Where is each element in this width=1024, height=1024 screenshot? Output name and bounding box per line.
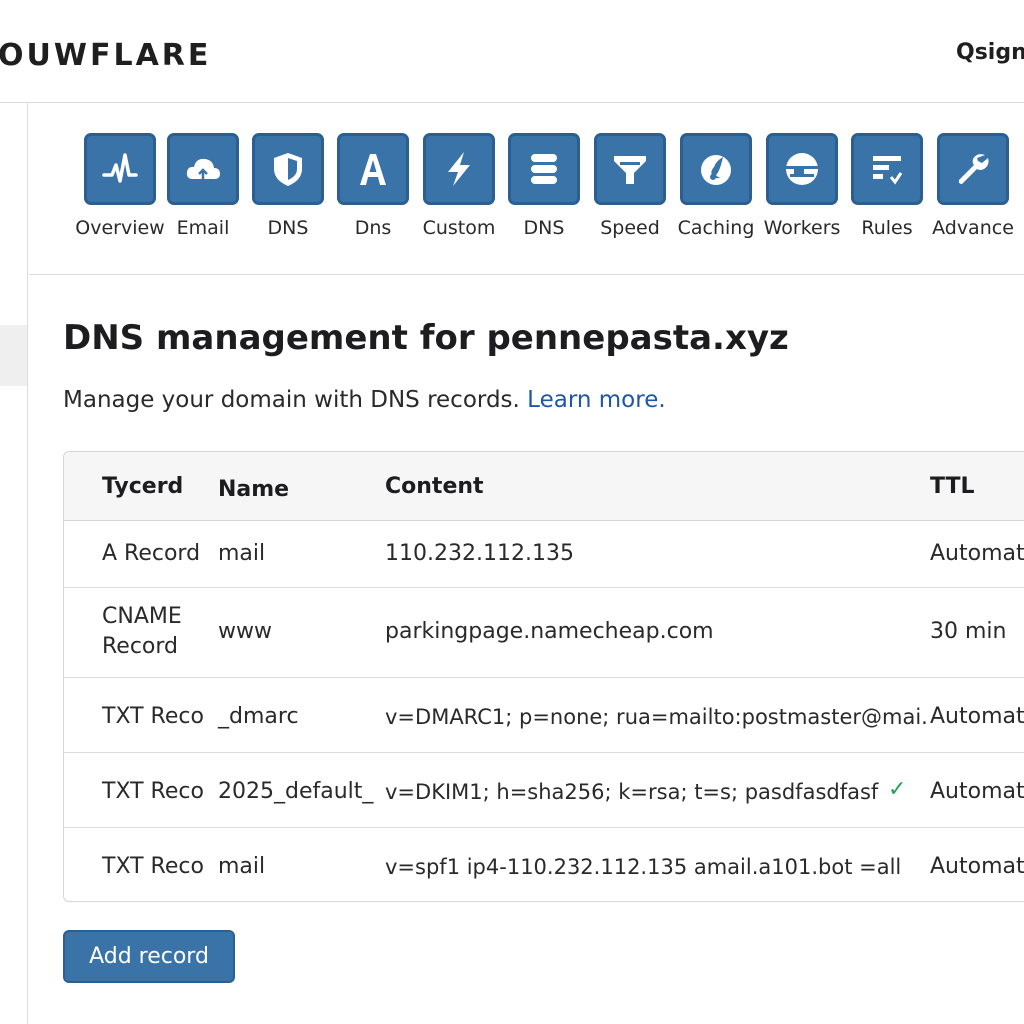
record-name: mail <box>218 541 266 566</box>
column-header-ttl[interactable]: TTL <box>930 474 975 499</box>
table-header: Tycerd Name Content TTL <box>64 452 1024 521</box>
record-type: A Record <box>102 541 201 566</box>
sidebar <box>0 103 28 1024</box>
app-label: Advance <box>932 217 1014 239</box>
verified-check-icon: ✓ <box>888 777 907 802</box>
rules-list-icon <box>851 133 923 205</box>
column-header-name[interactable]: Name <box>218 477 289 502</box>
record-ttl: 30 min <box>930 619 1007 644</box>
table-row[interactable]: A Record mail 110.232.112.135 Automati <box>64 521 1024 588</box>
column-header-type[interactable]: Tycerd <box>102 474 183 499</box>
record-content: v=spf1 ip4-110.232.112.135 amail.a101.bo… <box>385 855 902 879</box>
shield-icon <box>252 133 324 205</box>
record-content: v=DKIM1; h=sha256; k=rsa; t=s; pasdfasdf… <box>385 780 879 804</box>
dns-records-table: Tycerd Name Content TTL A Record mail 11… <box>63 451 1024 902</box>
table-row[interactable]: TXT Reco mail v=spf1 ip4-110.232.112.135… <box>64 828 1024 901</box>
record-name: www <box>218 619 272 644</box>
record-content: 110.232.112.135 <box>385 541 574 566</box>
record-ttl: Automati <box>930 779 1024 804</box>
globe-icon <box>766 133 838 205</box>
top-bar: OUWFLARE Qsign <box>0 0 1024 103</box>
app-tile-advance[interactable]: Advance <box>927 133 1019 239</box>
record-name: mail <box>218 854 266 879</box>
table-row[interactable]: TXT Reco _dmarc v=DMARC1; p=none; rua=ma… <box>64 678 1024 753</box>
cloud-icon <box>167 133 239 205</box>
page-subtitle: Manage your domain with DNS records. Lea… <box>63 387 666 413</box>
table-row[interactable]: TXT Reco 2025_default_ v=DKIM1; h=sha256… <box>64 753 1024 828</box>
account-name[interactable]: Qsign <box>956 40 1024 65</box>
sidebar-active-item[interactable] <box>0 325 27 386</box>
table-row[interactable]: CNAME Record www parkingpage.namecheap.c… <box>64 588 1024 678</box>
record-name: 2025_default_ <box>218 779 374 804</box>
record-content: v=DMARC1; p=none; rua=mailto:postmaster@… <box>385 705 928 729</box>
record-type: CNAME Record <box>102 604 182 659</box>
wrench-icon <box>937 133 1009 205</box>
app-icon-bar: Overview Email DNS Dns Custom DNS Speed … <box>29 103 1024 275</box>
record-name: _dmarc <box>218 704 299 729</box>
add-record-button[interactable]: Add record <box>63 930 235 983</box>
brand-logo[interactable]: OUWFLARE <box>0 38 211 73</box>
record-ttl: Automati <box>930 854 1024 879</box>
record-content: parkingpage.namecheap.com <box>385 619 714 644</box>
subtitle-text: Manage your domain with DNS records. <box>63 387 520 413</box>
filter-icon <box>594 133 666 205</box>
firefox-icon <box>680 133 752 205</box>
pulse-icon <box>84 133 156 205</box>
column-header-content[interactable]: Content <box>385 474 484 499</box>
record-type: TXT Reco <box>102 854 204 879</box>
letter-a-icon <box>337 133 409 205</box>
record-ttl: Automati <box>930 541 1024 566</box>
record-type: TXT Reco <box>102 704 204 729</box>
page-title: DNS management for pennepasta.xyz <box>63 318 789 358</box>
lightning-icon <box>423 133 495 205</box>
database-icon <box>508 133 580 205</box>
learn-more-link[interactable]: Learn more. <box>527 387 665 413</box>
record-type: TXT Reco <box>102 779 204 804</box>
record-ttl: Automati <box>930 704 1024 729</box>
